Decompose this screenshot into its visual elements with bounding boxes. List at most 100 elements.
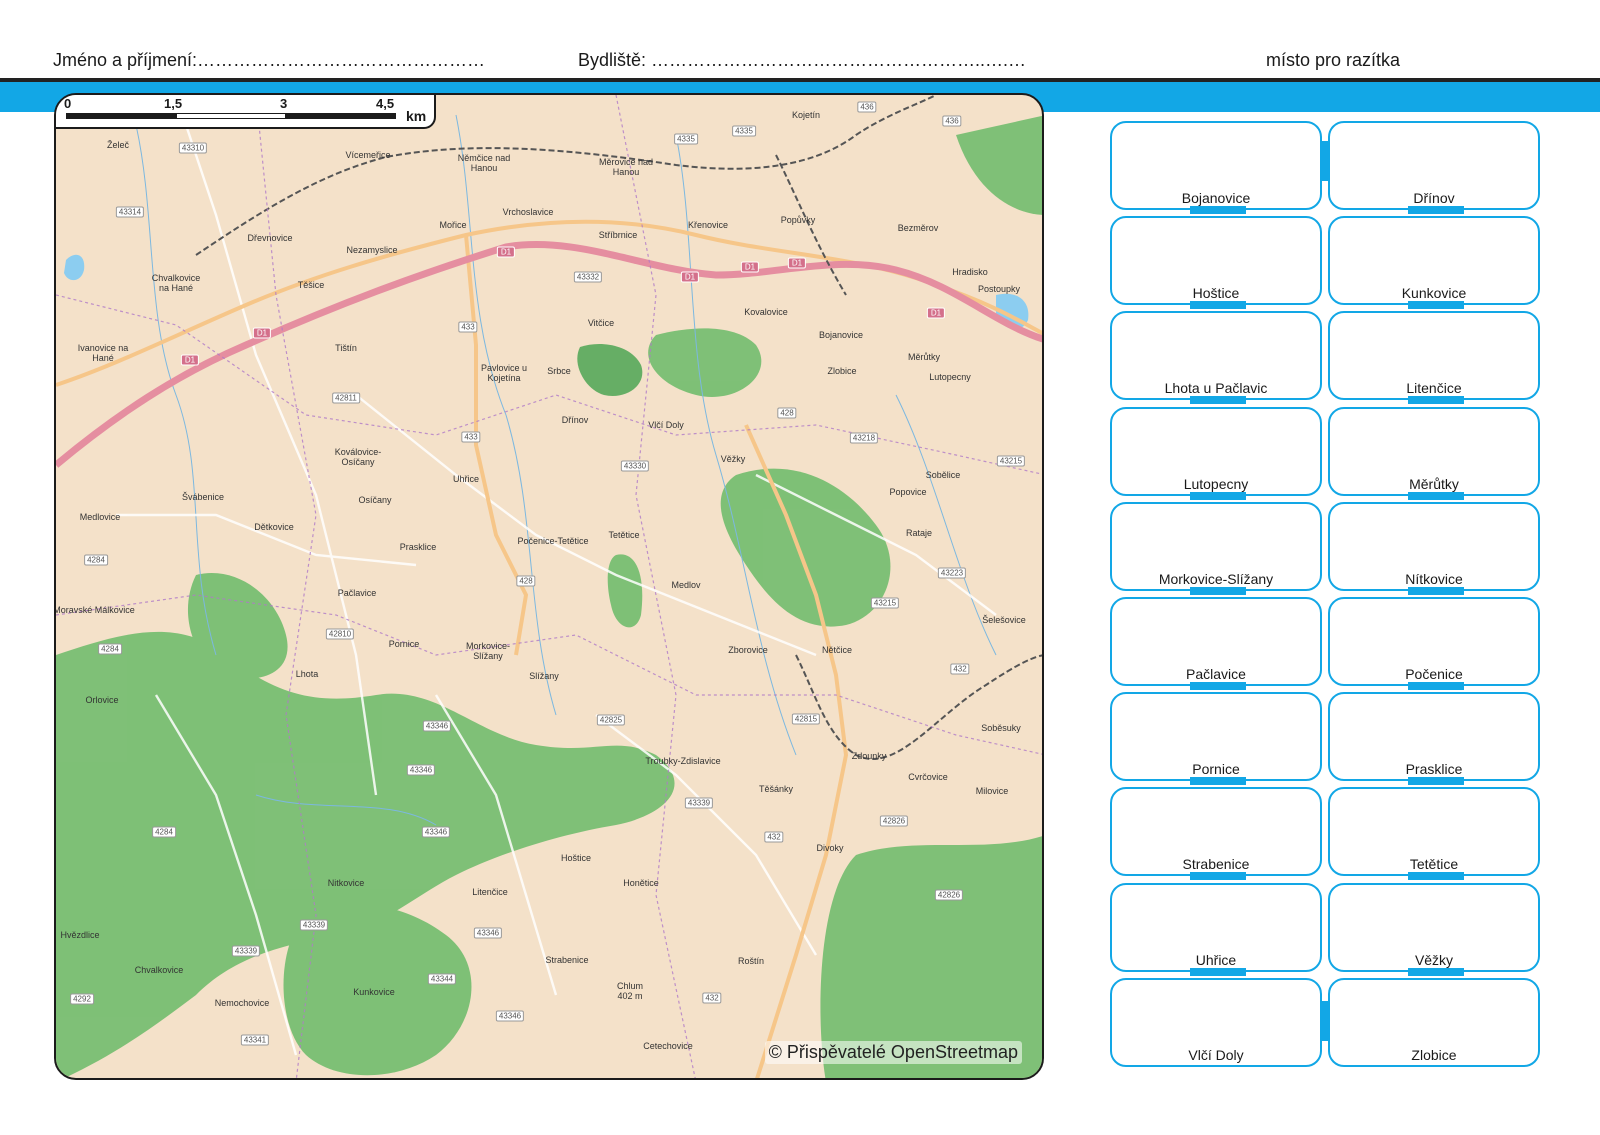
road-number: 4335 — [674, 133, 698, 145]
stamp-box-tab — [1190, 396, 1246, 405]
stamp-box[interactable]: Lhota u Pačlavic — [1110, 311, 1322, 405]
stamp-box-tab — [1190, 777, 1246, 786]
motorway-shield: D1 — [180, 354, 200, 366]
place-label: Šelešovice — [982, 615, 1026, 625]
stamp-box-label: Hoštice — [1192, 285, 1240, 302]
road-number: 43339 — [231, 945, 261, 957]
place-label: Těšice — [297, 280, 325, 290]
stamp-box[interactable]: Vlčí Doly — [1110, 977, 1322, 1067]
place-label: Chvalkovice — [134, 965, 184, 975]
stamp-box[interactable]: Měrůtky — [1328, 406, 1540, 500]
map-base — [56, 95, 1042, 1078]
motorway-shield: D1 — [787, 257, 807, 269]
road-number: 42811 — [332, 392, 360, 404]
place-label: Pačlavice — [337, 588, 377, 598]
stamp-box[interactable]: Hoštice — [1110, 216, 1322, 310]
place-label: Nezamyslice — [346, 245, 398, 255]
road-number: 43344 — [427, 973, 457, 985]
stamp-box[interactable]: Pornice — [1110, 692, 1322, 786]
road-number: 43223 — [937, 567, 967, 579]
road-number: 42815 — [791, 713, 821, 725]
place-label: Zlobice — [827, 366, 857, 376]
place-label: Milovice — [975, 786, 1009, 796]
road-number: 43332 — [573, 271, 603, 283]
place-label: Zborovice — [728, 645, 768, 655]
stamp-box-tab — [1190, 206, 1246, 214]
place-label: Křenovice — [687, 220, 729, 230]
stamp-box[interactable]: Bojanovice — [1110, 121, 1322, 214]
stamp-box[interactable]: Uhřice — [1110, 882, 1322, 976]
stamp-box[interactable]: Morkovice-Slížany — [1110, 501, 1322, 595]
place-label: Prasklice — [399, 542, 437, 552]
stamp-box[interactable]: Prasklice — [1328, 692, 1540, 786]
place-label: Cvrčovice — [908, 772, 948, 782]
stamp-box-label: Pornice — [1192, 761, 1240, 778]
stamp-box[interactable]: Nítkovice — [1328, 501, 1540, 595]
stamp-box-tab — [1408, 777, 1464, 786]
road-number: 42810 — [325, 628, 355, 640]
stamp-box-tab — [1408, 491, 1464, 500]
road-number: 42826 — [879, 815, 909, 827]
place-label: Soběsuky — [981, 723, 1021, 733]
stamp-grid: Bojanovice Dřínov Hoštice Kunkovice Lhota u … — [1110, 121, 1550, 1081]
stamp-box[interactable]: Strabenice — [1110, 787, 1322, 881]
road-number: 43218 — [849, 432, 879, 444]
stamp-box[interactable]: Litenčice — [1328, 311, 1540, 405]
road-number: 43346 — [406, 764, 436, 776]
scale-tick: 4,5 — [376, 96, 395, 111]
stamp-box[interactable]: Počenice — [1328, 597, 1540, 690]
stamp-box-label: Litenčice — [1406, 380, 1462, 397]
place-label: Lutopecny — [929, 372, 971, 382]
place-label: Medlovice — [79, 512, 121, 522]
stamp-box-tab — [1190, 586, 1246, 595]
road-number: 433 — [461, 431, 481, 443]
stamp-box-tab — [1408, 682, 1464, 690]
road-number: 43341 — [240, 1034, 270, 1046]
stamp-box-tab — [1190, 301, 1246, 310]
motorway-shield: D1 — [740, 261, 760, 273]
stamp-box[interactable]: Zlobice — [1328, 977, 1540, 1067]
motorway-shield: D1 — [496, 246, 516, 258]
stamp-box[interactable]: Dřínov — [1328, 121, 1540, 214]
place-label: Mořice — [439, 220, 467, 230]
place-label: Dětkovice — [254, 522, 294, 532]
place-label: Tištín — [335, 343, 357, 353]
place-label: Vitčice — [587, 318, 615, 328]
stamp-box-label: Strabenice — [1182, 856, 1250, 873]
place-label: Němčice nad Hanou — [457, 153, 511, 173]
stamp-box[interactable]: Lutopecny — [1110, 406, 1322, 500]
stamp-box-label: Lutopecny — [1183, 475, 1249, 492]
road-number: 42825 — [596, 714, 626, 726]
name-field-label[interactable]: Jméno a příjmení:………………………………………… — [53, 50, 485, 71]
place-label: Hvězdlice — [60, 930, 100, 940]
map[interactable]: Želeč Vícemeřice Němčice nad Hanou Měrovice… — [54, 93, 1044, 1080]
stamp-box-tab — [1408, 967, 1464, 976]
stamp-box[interactable]: Tetětice — [1328, 787, 1540, 881]
road-number: 4284 — [152, 826, 176, 838]
place-label: Vrchoslavice — [502, 207, 554, 217]
stamp-box-label: Počenice — [1405, 666, 1463, 682]
stamp-box-label: Uhřice — [1195, 951, 1237, 968]
place-label: Měrůtky — [907, 352, 941, 362]
stamp-box-tab — [1190, 967, 1246, 976]
stamp-box[interactable]: Věžky — [1328, 882, 1540, 976]
stamp-box-tab — [1190, 872, 1246, 881]
stamp-box[interactable]: Pačlavice — [1110, 597, 1322, 690]
stamp-box-tab — [1408, 586, 1464, 595]
place-label: Divoky — [816, 843, 844, 853]
residence-field-label[interactable]: Bydliště: ………………………………………………..….… — [578, 50, 1026, 71]
motorway-shield: D1 — [680, 271, 700, 283]
stamp-section-title: místo pro razítka — [1266, 50, 1401, 70]
stamp-box[interactable]: Kunkovice — [1328, 216, 1540, 310]
road-number: 4335 — [732, 125, 756, 137]
place-label: Koválovice- Osíčany — [334, 447, 382, 467]
place-label: Uhřice — [452, 474, 480, 484]
place-label: Vlčí Doly — [648, 420, 684, 430]
place-label: Hradisko — [952, 267, 988, 277]
place-label: Dřínov — [561, 415, 589, 425]
place-label: Kojetín — [791, 110, 821, 120]
place-label: Chvalkovice na Hané — [151, 273, 201, 293]
road-number: 436 — [857, 101, 877, 113]
place-label: Věžky — [720, 454, 746, 464]
stamp-box-label: Prasklice — [1405, 761, 1463, 778]
